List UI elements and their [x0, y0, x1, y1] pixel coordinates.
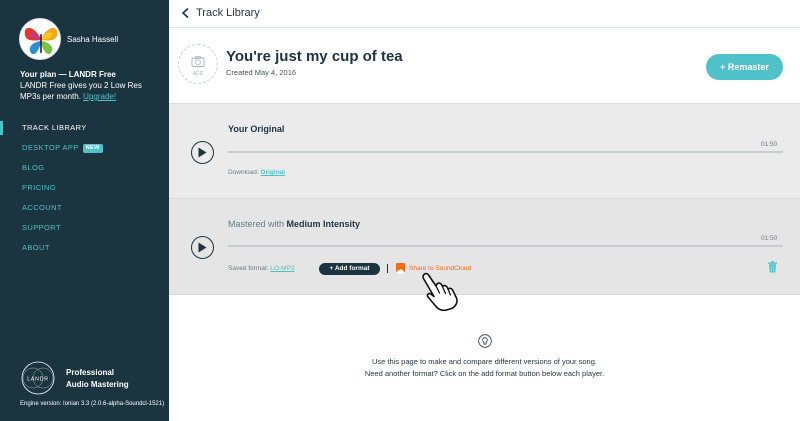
add-format-button[interactable]: + Add format — [319, 263, 380, 275]
new-badge: NEW — [82, 144, 103, 153]
brand-line-2: Audio Mastering — [66, 380, 129, 389]
lightbulb-icon — [478, 334, 492, 348]
upgrade-link[interactable]: Upgrade! — [83, 92, 116, 101]
user-name: Sasha Hassell — [67, 35, 119, 44]
plan-info: Your plan — LANDR Free LANDR Free gives … — [20, 69, 160, 102]
play-mastered-button[interactable] — [191, 236, 214, 259]
play-icon — [198, 242, 207, 252]
sidebar-item-desktop-app[interactable]: DESKTOP APP NEW — [0, 141, 169, 161]
plan-title: Your plan — LANDR Free — [20, 70, 116, 79]
soundcloud-icon[interactable] — [396, 263, 405, 274]
original-track-panel: Your Original 01:50 Download: Original — [169, 103, 800, 198]
sidebar-item-track-library[interactable]: TRACK LIBRARY — [0, 121, 169, 141]
original-duration: 01:50 — [761, 141, 778, 148]
soundcloud-cloud-icon — [396, 269, 405, 274]
main-content: Track Library ADD You're just my cup of … — [169, 0, 800, 421]
sidebar-item-label: BLOG — [22, 163, 45, 172]
action-divider — [387, 264, 388, 273]
download-label: Download: — [228, 169, 259, 176]
download-original-link[interactable]: Original — [261, 169, 286, 176]
help-line-1: Use this page to make and compare differ… — [372, 357, 597, 366]
play-original-button[interactable] — [191, 141, 214, 164]
trash-icon[interactable] — [767, 261, 778, 273]
cover-art-upload[interactable]: ADD — [178, 44, 218, 84]
engine-version: Engine version: Ionian 3.3 (2.0.6-alpha-… — [20, 401, 165, 407]
mastered-track-panel: Mastered with Medium Intensity 01:50 Sav… — [169, 198, 800, 295]
help-text: Use this page to make and compare differ… — [169, 356, 800, 380]
saved-format-label: Saved format: — [228, 265, 269, 272]
song-created-date: Created May 4, 2016 — [226, 68, 297, 77]
brand-line-1: Professional — [66, 368, 115, 377]
sidebar-item-support[interactable]: SUPPORT — [0, 221, 169, 241]
chevron-left-icon[interactable] — [180, 7, 192, 19]
mastered-prefix: Mastered with — [228, 219, 285, 229]
hand-cursor-icon — [422, 272, 458, 311]
sidebar-item-label: ABOUT — [22, 243, 50, 252]
sidebar-item-account[interactable]: ACCOUNT — [0, 201, 169, 221]
camera-icon — [191, 56, 205, 67]
original-progress-track[interactable] — [228, 151, 783, 153]
help-line-2: Need another format? Click on the add fo… — [364, 369, 605, 378]
sidebar-item-label: DESKTOP APP — [22, 143, 79, 152]
saved-format-row: Saved format: LO-MP3 — [228, 265, 294, 272]
sidebar-nav: TRACK LIBRARY DESKTOP APP NEW BLOG PRICIN… — [0, 121, 169, 261]
mastered-title: Mastered with Medium Intensity — [228, 219, 360, 229]
brand-tagline: Professional Audio Mastering — [66, 367, 129, 391]
header-bar: Track Library — [169, 0, 800, 28]
sidebar-item-label: ACCOUNT — [22, 203, 62, 212]
mastered-intensity: Medium Intensity — [286, 219, 361, 229]
sidebar-item-label: SUPPORT — [22, 223, 61, 232]
saved-format-link[interactable]: LO-MP3 — [270, 265, 294, 272]
back-to-track-library[interactable]: Track Library — [196, 7, 260, 19]
sidebar-item-pricing[interactable]: PRICING — [0, 181, 169, 201]
avatar[interactable] — [19, 18, 61, 60]
sidebar-item-about[interactable]: ABOUT — [0, 241, 169, 261]
song-title: You're just my cup of tea — [226, 48, 403, 65]
mastered-duration: 01:50 — [761, 235, 778, 242]
sidebar-item-label: TRACK LIBRARY — [22, 123, 87, 132]
sidebar-item-label: PRICING — [22, 183, 57, 192]
play-icon — [198, 147, 207, 157]
plan-description: LANDR Free gives you 2 Low Res MP3s per … — [20, 81, 142, 101]
mastered-progress-track[interactable] — [228, 245, 783, 247]
original-title: Your Original — [228, 124, 285, 134]
butterfly-avatar-icon — [24, 27, 58, 55]
sidebar: Sasha Hassell Your plan — LANDR Free LAN… — [0, 0, 169, 421]
download-row: Download: Original — [228, 169, 285, 176]
remaster-button[interactable]: + Remaster — [706, 54, 783, 80]
landr-logo[interactable]: LANDR — [21, 361, 55, 395]
cover-add-label: ADD — [192, 71, 204, 77]
landr-logo-text: LANDR — [27, 377, 49, 383]
sidebar-item-blog[interactable]: BLOG — [0, 161, 169, 181]
